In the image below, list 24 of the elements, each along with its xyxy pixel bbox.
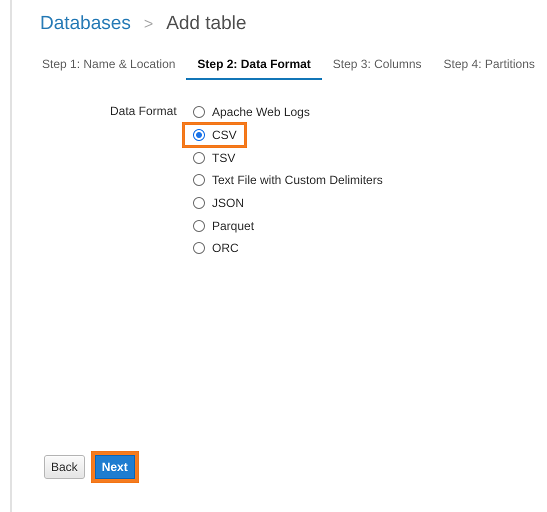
field-label: Data Format bbox=[110, 103, 178, 120]
page-title: Add table bbox=[166, 13, 246, 35]
radio-button[interactable] bbox=[193, 197, 205, 210]
breadcrumb-link[interactable]: Databases bbox=[40, 13, 131, 35]
breadcrumb-separator: > bbox=[144, 16, 154, 34]
option-label: JSON bbox=[212, 196, 244, 210]
radio-button[interactable] bbox=[193, 106, 205, 118]
next-button[interactable]: Next bbox=[94, 455, 135, 479]
radio-button[interactable] bbox=[193, 129, 205, 142]
radio-button[interactable] bbox=[193, 152, 205, 164]
step-tab[interactable]: Step 2: Data Format bbox=[186, 52, 322, 80]
option-label: Text File with Custom Delimiters bbox=[212, 173, 383, 188]
step-tab[interactable]: Step 4: Partitions bbox=[432, 52, 546, 80]
step-tab[interactable]: Step 3: Columns bbox=[322, 52, 432, 80]
option-label: ORC bbox=[212, 241, 239, 256]
option-label: Parquet bbox=[212, 218, 254, 233]
option-label: Apache Web Logs bbox=[212, 105, 310, 120]
step-tab[interactable]: Step 1: Name & Location bbox=[31, 52, 186, 80]
radio-button[interactable] bbox=[193, 174, 205, 186]
radio-button[interactable] bbox=[193, 220, 205, 232]
back-button[interactable]: Back bbox=[44, 455, 85, 479]
radio-button[interactable] bbox=[193, 242, 205, 254]
option-label: TSV bbox=[212, 150, 236, 165]
option-label: CSV bbox=[212, 128, 237, 142]
